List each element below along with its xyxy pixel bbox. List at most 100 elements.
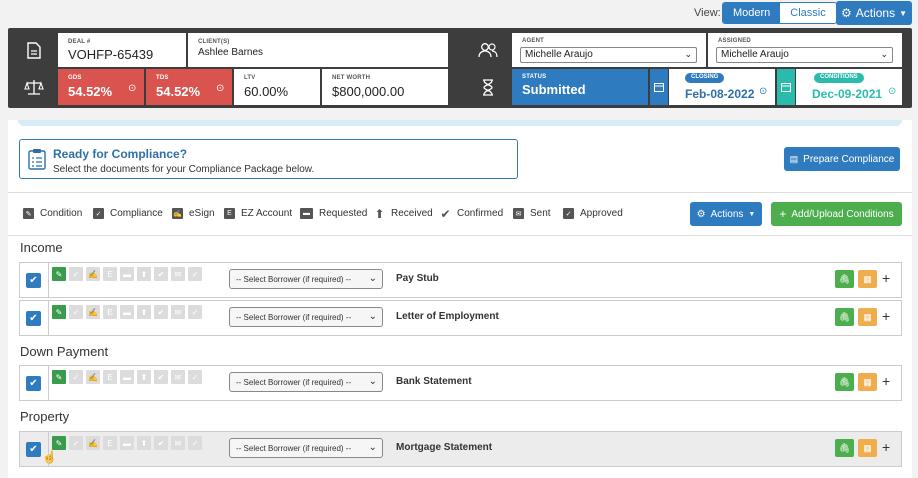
calendar-icon[interactable]: ▦: [858, 373, 877, 391]
agent-select[interactable]: Michelle Araujo ⌄: [520, 47, 697, 63]
compliance-check-icon[interactable]: ✓: [69, 305, 83, 319]
calendar-icon[interactable]: ▦: [858, 439, 877, 457]
upload-icon[interactable]: ⬆: [137, 267, 151, 281]
envelope-icon[interactable]: ✉: [171, 370, 185, 384]
compliance-check-icon[interactable]: ✓: [69, 436, 83, 450]
pencil-icon[interactable]: ✎: [52, 267, 66, 281]
borrower-select[interactable]: -- Select Borrower (if required) -- ⌄: [229, 307, 383, 327]
archive-icon[interactable]: ▬: [120, 305, 134, 319]
esign-icon[interactable]: ✍: [86, 267, 100, 281]
top-actions-button[interactable]: ⚙ Actions ▼: [836, 1, 912, 25]
agent-label: AGENT: [522, 38, 544, 44]
approved-check-icon[interactable]: ✓: [188, 305, 202, 319]
tds-expand-icon[interactable]: ⊙: [216, 83, 224, 94]
closing-expand-icon[interactable]: ⊙: [759, 86, 767, 97]
compliance-callout: Ready for Compliance? Select the documen…: [19, 139, 518, 179]
checkmark-icon[interactable]: ✔: [154, 436, 168, 450]
expand-plus-icon[interactable]: +: [882, 439, 890, 455]
expand-plus-icon[interactable]: +: [882, 308, 890, 324]
status-cell: STATUS Submitted: [512, 69, 648, 105]
table-row: ✔ ✎ ✓ ✍ E ▬ ⬆ ✔ ✉ ✓ -- Select Borrower (if requi…: [19, 262, 902, 298]
legend-ez-account: E EZ Account: [224, 208, 292, 219]
row-status-icons: ✎ ✓ ✍ E ▬ ⬆ ✔ ✉ ✓: [52, 370, 202, 384]
calendar-icon[interactable]: ▦: [858, 308, 877, 326]
gds-cell: GDS 54.52% ⊙: [58, 69, 144, 105]
esign-icon[interactable]: ✍: [86, 436, 100, 450]
expand-plus-icon[interactable]: +: [882, 270, 890, 286]
agent-cell: AGENT Michelle Araujo ⌄: [512, 33, 706, 67]
users-icon: [468, 32, 508, 68]
chevron-down-icon: ⌄: [368, 442, 377, 453]
expand-plus-icon[interactable]: +: [882, 373, 890, 389]
conditions-expand-icon[interactable]: ⊙: [888, 86, 896, 97]
document-name: Mortgage Statement: [396, 442, 493, 453]
archive-icon[interactable]: ▬: [120, 436, 134, 450]
esign-icon[interactable]: ✍: [86, 305, 100, 319]
content-area: Ready for Compliance? Select the documen…: [8, 120, 912, 478]
approved-check-icon[interactable]: ✓: [188, 436, 202, 450]
gds-expand-icon[interactable]: ⊙: [128, 83, 136, 94]
checkmark-icon[interactable]: ✔: [154, 370, 168, 384]
add-upload-conditions-button[interactable]: + Add/Upload Conditions: [771, 202, 902, 226]
pencil-icon[interactable]: ✎: [52, 370, 66, 384]
scale-icon: [14, 69, 54, 105]
upload-icon[interactable]: ⬆: [137, 370, 151, 384]
row-status-icons: ✎ ✓ ✍ E ▬ ⬆ ✔ ✉ ✓: [52, 436, 202, 450]
approved-check-icon[interactable]: ✓: [188, 267, 202, 281]
client-label: CLIENT(S): [198, 39, 230, 45]
table-row: ✔ ✎ ✓ ✍ E ▬ ⬆ ✔ ✉ ✓ -- Select Borrower (if requi…: [19, 300, 902, 336]
ez-account-icon[interactable]: E: [103, 370, 117, 384]
borrower-select[interactable]: -- Select Borrower (if required) -- ⌄: [229, 438, 383, 458]
pencil-icon[interactable]: ✎: [52, 305, 66, 319]
paperclip-icon[interactable]: 🖇: [835, 439, 854, 457]
ez-account-icon[interactable]: E: [103, 305, 117, 319]
legend-approved: ✓ Approved: [563, 208, 623, 219]
pencil-icon[interactable]: ✎: [52, 436, 66, 450]
esign-icon[interactable]: ✍: [86, 370, 100, 384]
row-checkbox[interactable]: ✔: [26, 273, 41, 288]
checkmark-icon[interactable]: ✔: [154, 305, 168, 319]
gear-icon: ⚙: [840, 6, 852, 20]
row-checkbox[interactable]: ✔: [26, 376, 41, 391]
section-down-payment: Down Payment: [20, 344, 109, 359]
legend-received: ⬆ Received: [374, 206, 433, 221]
compliance-check-icon[interactable]: ✓: [69, 267, 83, 281]
client-value: Ashlee Barnes: [198, 47, 264, 58]
legend-condition: ✎ Condition: [23, 208, 82, 219]
calendar-icon[interactable]: ▦: [858, 270, 877, 288]
paperclip-icon[interactable]: 🖇: [835, 270, 854, 288]
borrower-select[interactable]: -- Select Borrower (if required) -- ⌄: [229, 269, 383, 289]
gds-value: 54.52%: [68, 84, 113, 99]
ez-account-icon: E: [224, 208, 235, 219]
ez-account-icon[interactable]: E: [103, 267, 117, 281]
net-worth-cell: NET WORTH $800,000.00: [322, 69, 448, 105]
conditions-label: CONDITIONS: [814, 73, 864, 83]
assigned-select[interactable]: Michelle Araujo ⌄: [716, 47, 893, 63]
upload-icon[interactable]: ⬆: [137, 305, 151, 319]
row-checkbox[interactable]: ✔: [26, 442, 41, 457]
approved-check-icon[interactable]: ✓: [188, 370, 202, 384]
conditions-actions-button[interactable]: ⚙ Actions ▼: [690, 202, 762, 226]
ez-account-icon[interactable]: E: [103, 436, 117, 450]
borrower-select[interactable]: -- Select Borrower (if required) -- ⌄: [229, 372, 383, 392]
paperclip-icon[interactable]: 🖇: [835, 308, 854, 326]
legend-confirmed: ✔ Confirmed: [440, 206, 504, 221]
compliance-check-icon[interactable]: ✓: [69, 370, 83, 384]
archive-icon[interactable]: ▬: [120, 267, 134, 281]
hourglass-icon: [468, 69, 508, 105]
gds-label: GDS: [68, 75, 82, 81]
envelope-icon[interactable]: ✉: [171, 305, 185, 319]
view-modern-button[interactable]: Modern: [723, 3, 781, 23]
document-name: Pay Stub: [396, 273, 439, 284]
hand-cursor-icon: ☝: [42, 450, 57, 464]
view-classic-button[interactable]: Classic: [780, 3, 836, 23]
checkmark-icon[interactable]: ✔: [154, 267, 168, 281]
legend-sent: ✉ Sent: [513, 208, 551, 219]
paperclip-icon[interactable]: 🖇: [835, 373, 854, 391]
envelope-icon[interactable]: ✉: [171, 436, 185, 450]
row-checkbox[interactable]: ✔: [26, 311, 41, 326]
envelope-icon[interactable]: ✉: [171, 267, 185, 281]
upload-icon[interactable]: ⬆: [137, 436, 151, 450]
prepare-compliance-button[interactable]: ▤ Prepare Compliance: [784, 147, 900, 171]
archive-icon[interactable]: ▬: [120, 370, 134, 384]
